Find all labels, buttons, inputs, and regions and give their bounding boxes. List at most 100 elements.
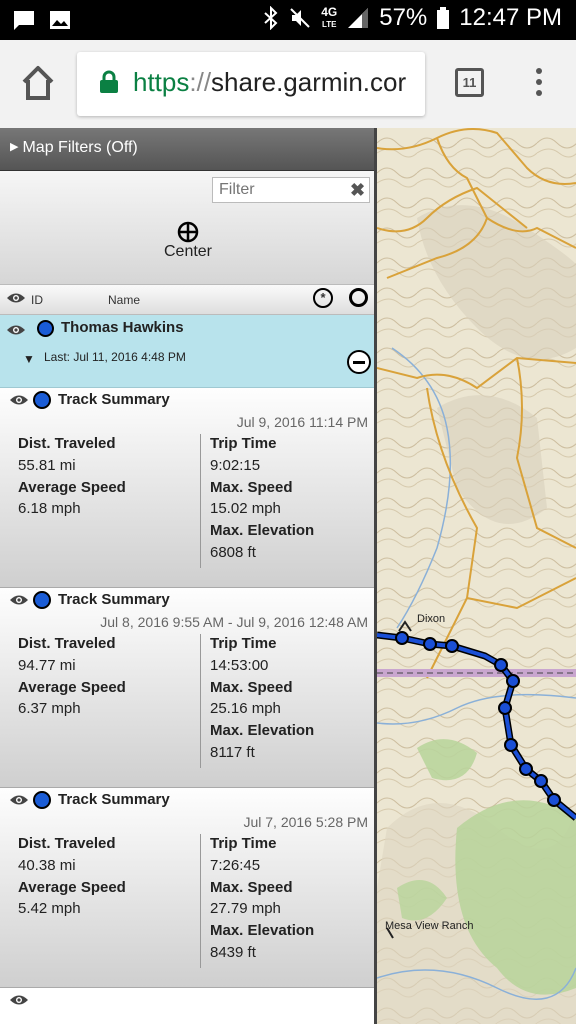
eye-icon[interactable] [9, 393, 29, 407]
avg-speed-label: Average Speed [18, 878, 126, 896]
track-title: Track Summary [58, 791, 170, 808]
trip-time-label: Trip Time [210, 635, 277, 652]
signal-icon [348, 8, 369, 28]
max-elevation-value: 6808 ft [210, 543, 256, 561]
stats-divider [200, 434, 201, 568]
lock-icon [100, 70, 118, 93]
track-color-dot [33, 591, 51, 609]
address-bar[interactable]: https://share.garmin.cor [77, 52, 425, 116]
image-icon [50, 11, 70, 29]
list-header: ID Name * [0, 285, 374, 315]
track-summary[interactable]: Track Summary Jul 8, 2016 9:55 AM - Jul … [0, 588, 374, 788]
trip-time-label: Trip Time [210, 435, 277, 452]
battery-percent: 57% [379, 4, 428, 31]
stats-divider [200, 834, 201, 968]
avg-speed-value: 6.37 mph [18, 700, 81, 718]
avg-speed-label: Average Speed [18, 678, 126, 696]
overflow-menu-button[interactable] [532, 68, 546, 98]
avg-speed-value: 6.18 mph [18, 500, 81, 518]
track-summary[interactable]: Track Summary Jul 7, 2016 5:28 PM Dist. … [0, 788, 374, 988]
max-speed-label: Max. Speed [210, 478, 293, 496]
tab-switcher-button[interactable]: 11 [455, 68, 484, 97]
max-speed-value: 27.79 mph [210, 900, 281, 918]
track-date: Jul 7, 2016 5:28 PM [243, 814, 368, 830]
track-color-dot [33, 391, 51, 409]
circle-icon[interactable] [349, 288, 368, 307]
clock: 12:47 PM [459, 4, 562, 31]
network-type: 4G LTE [321, 4, 338, 29]
trip-time-value: 9:02:15 [210, 456, 261, 474]
mute-icon [290, 8, 310, 28]
max-elevation-label: Max. Elevation [210, 722, 315, 740]
max-speed-label: Max. Speed [210, 878, 293, 896]
max-elevation-value: 8439 ft [210, 943, 256, 961]
eye-icon[interactable] [9, 793, 29, 807]
collapse-caret-icon[interactable]: ▼ [23, 352, 35, 366]
dist-value: 94.77 mi [18, 656, 76, 674]
track-stats-left: Dist. Traveled 55.81 mi Average Speed 6.… [18, 433, 126, 520]
track-date: Jul 8, 2016 9:55 AM - Jul 9, 2016 12:48 … [100, 614, 368, 630]
eye-icon[interactable] [6, 291, 26, 305]
trip-time-value: 14:53:00 [210, 656, 269, 674]
track-stats-left: Dist. Traveled 94.77 mi Average Speed 6.… [18, 633, 126, 720]
track-stats-right: Trip Time 14:53:00 Max. Speed 25.16 mph … [210, 633, 314, 764]
message-icon [14, 11, 34, 30]
center-button[interactable]: Center [150, 221, 226, 261]
track-summary-partial [0, 988, 374, 1024]
column-id[interactable]: ID [31, 293, 43, 307]
map-label-mesa-view-ranch: Mesa View Ranch [385, 920, 473, 932]
avg-speed-value: 5.42 mph [18, 900, 81, 918]
bluetooth-icon [264, 6, 278, 30]
map-filters-toggle[interactable]: ▶ Map Filters (Off) [0, 128, 374, 171]
trip-time-value: 7:26:45 [210, 856, 261, 874]
track-title: Track Summary [58, 391, 170, 408]
track-stats-left: Dist. Traveled 40.38 mi Average Speed 5.… [18, 833, 126, 920]
track-title: Track Summary [58, 591, 170, 608]
center-label: Center [163, 243, 213, 260]
max-speed-label: Max. Speed [210, 678, 293, 696]
track-summary[interactable]: Track Summary Jul 9, 2016 11:14 PM Dist.… [0, 388, 374, 588]
battery-icon [437, 7, 450, 29]
track-date: Jul 9, 2016 11:14 PM [236, 414, 368, 430]
eye-icon[interactable] [9, 993, 29, 1007]
max-elevation-value: 8117 ft [210, 743, 255, 761]
max-speed-value: 15.02 mph [210, 500, 281, 518]
dist-label: Dist. Traveled [18, 435, 116, 452]
dist-label: Dist. Traveled [18, 835, 116, 852]
dist-value: 40.38 mi [18, 856, 76, 874]
expand-triangle-icon: ▶ [10, 141, 19, 153]
avg-speed-label: Average Speed [18, 478, 126, 496]
crosshair-icon [177, 221, 199, 243]
stats-divider [200, 634, 201, 768]
home-icon[interactable] [20, 62, 56, 102]
trip-time-label: Trip Time [210, 835, 277, 852]
sidebar-panel: ▶Map Filters (Off) ✖ Center ID Name * Th… [0, 128, 377, 1024]
map-view[interactable]: Dixon Mesa View Ranch [377, 128, 576, 1024]
url-text: https://share.garmin.cor [133, 67, 407, 97]
last-update: Last: Jul 11, 2016 4:48 PM [44, 350, 186, 364]
filter-panel: ✖ Center [0, 171, 374, 285]
topo-map: Dixon Mesa View Ranch [377, 128, 576, 1024]
status-bar: 4G LTE 57% 12:47 PM [0, 0, 576, 40]
user-name[interactable]: Thomas Hawkins [61, 319, 184, 336]
max-elevation-label: Max. Elevation [210, 522, 315, 540]
column-name[interactable]: Name [108, 293, 140, 307]
dist-label: Dist. Traveled [18, 635, 116, 652]
eye-icon[interactable] [9, 593, 29, 607]
asterisk-circle-icon[interactable]: * [313, 288, 333, 308]
browser-toolbar: https://share.garmin.cor 11 [0, 40, 576, 128]
eye-icon[interactable] [6, 323, 26, 337]
max-elevation-label: Max. Elevation [210, 922, 315, 940]
dist-value: 55.81 mi [18, 456, 76, 474]
user-color-dot [37, 320, 54, 337]
clear-filter-icon[interactable]: ✖ [350, 180, 365, 201]
track-color-dot [33, 791, 51, 809]
track-stats-right: Trip Time 7:26:45 Max. Speed 27.79 mph M… [210, 833, 314, 964]
map-label-dixon: Dixon [417, 613, 445, 625]
user-row[interactable]: Thomas Hawkins ▼ Last: Jul 11, 2016 4:48… [0, 315, 374, 388]
collapse-minus-icon[interactable] [347, 350, 371, 374]
filter-input[interactable] [212, 177, 370, 203]
track-stats-right: Trip Time 9:02:15 Max. Speed 15.02 mph M… [210, 433, 314, 564]
max-speed-value: 25.16 mph [210, 700, 281, 718]
map-filters-label: Map Filters (Off) [22, 139, 138, 156]
